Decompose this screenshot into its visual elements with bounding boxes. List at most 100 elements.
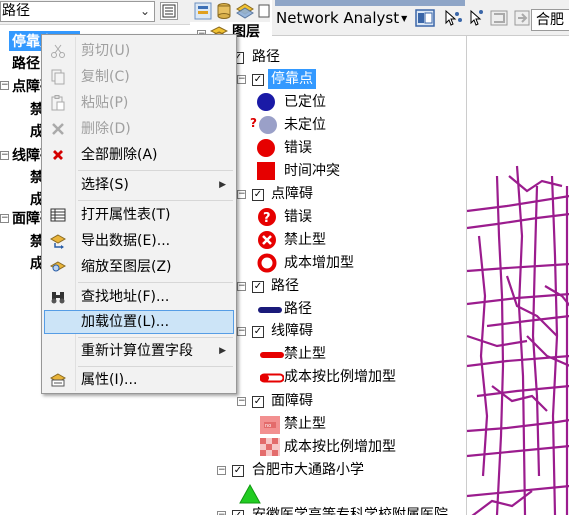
chevron-down-icon[interactable]: ⌄ (140, 2, 150, 21)
collapse-icon[interactable]: − (237, 327, 246, 336)
collapse-icon[interactable]: − (0, 81, 9, 90)
toc-layer-stops[interactable]: 停靠点 (268, 69, 316, 89)
toc-layer-hospital[interactable]: 安徽医学高等专科学校附属医院 (252, 505, 448, 515)
menu-item-label: 导出数据(E)... (81, 233, 171, 249)
toc-group-label[interactable]: 路径 (252, 47, 280, 67)
polygon-restriction-symbol: no (260, 416, 280, 434)
legend-label: 禁止型 (284, 416, 326, 432)
menu-item-cut[interactable]: 剪切(U) (44, 39, 234, 63)
error-stop-symbol (257, 139, 275, 157)
menu-item-label: 剪切(U) (81, 43, 131, 59)
unlocated-stop-symbol: ? (250, 116, 277, 134)
delete-icon (52, 123, 64, 135)
collapse-icon[interactable]: − (217, 466, 226, 475)
route-line-symbol (258, 307, 282, 313)
hospital-visibility-checkbox[interactable]: ✓ (232, 510, 244, 515)
submenu-arrow-icon: ▶ (219, 346, 226, 356)
school-visibility-checkbox[interactable]: ✓ (232, 465, 244, 477)
menu-item-label: 复制(C) (81, 69, 130, 85)
list-by-selection-icon[interactable] (258, 2, 270, 20)
toc-layer-school[interactable]: 合肥市大通路小学 (252, 460, 364, 480)
legend-label: 禁止型 (284, 346, 326, 362)
legend-label: 路径 (284, 301, 312, 317)
submenu-arrow-icon: ▶ (219, 180, 226, 190)
list-by-visibility-icon[interactable] (236, 2, 254, 20)
menu-item-label: 查找地址(F)... (81, 289, 170, 305)
directions-icon[interactable] (512, 8, 532, 28)
stops-visibility-checkbox[interactable]: ✓ (252, 74, 264, 86)
export-icon (50, 234, 66, 249)
located-stop-symbol (257, 93, 275, 111)
collapse-icon[interactable]: − (0, 151, 9, 160)
menu-item-label: 加载位置(L)... (81, 314, 170, 330)
menu-item-recalculate-location-fields[interactable]: 重新计算位置字段 ▶ (44, 339, 234, 363)
menu-separator (78, 282, 233, 283)
menu-item-open-attribute-table[interactable]: 打开属性表(T) (44, 203, 234, 227)
svg-text:no: no (265, 423, 271, 429)
legend-label: 禁止型 (284, 232, 326, 248)
menu-item-paste[interactable]: 粘贴(P) (44, 91, 234, 115)
menu-item-zoom-to-layer[interactable]: 缩放至图层(Z) (44, 255, 234, 279)
zoom-layer-icon (50, 261, 66, 272)
polygon-barriers-visibility-checkbox[interactable]: ✓ (252, 396, 264, 408)
collapse-icon[interactable]: − (237, 397, 246, 406)
toc-layer-point-barriers[interactable]: 点障碍 (271, 184, 313, 204)
menu-item-copy[interactable]: 复制(C) (44, 65, 234, 89)
collapse-icon[interactable]: − (0, 214, 9, 223)
solve-icon[interactable] (489, 8, 509, 28)
binoculars-icon (51, 292, 65, 304)
line-restriction-symbol (260, 352, 284, 358)
network-analyst-dropdown[interactable]: Network Analyst ▼ (276, 9, 407, 27)
menu-item-label: 打开属性表(T) (81, 207, 171, 223)
menu-item-find-address[interactable]: 查找地址(F)... (44, 285, 234, 309)
polygon-scaled-cost-symbol (260, 438, 280, 456)
menu-separator (78, 337, 233, 338)
menu-separator (78, 170, 233, 171)
na-window-icon[interactable] (415, 8, 435, 28)
toc-layer-routes[interactable]: 路径 (271, 276, 299, 296)
table-icon (50, 208, 66, 222)
list-by-source-icon[interactable] (216, 2, 232, 20)
na-layer-combo[interactable]: 路径 ⌄ (0, 1, 155, 22)
city-combo[interactable]: 合肥 (531, 9, 569, 31)
properties-icon (162, 4, 176, 18)
na-properties-button[interactable] (160, 2, 178, 20)
menu-item-label: 删除(D) (81, 121, 131, 137)
road-network (466, 165, 569, 515)
time-violation-symbol (257, 162, 275, 180)
menu-item-properties[interactable]: 属性(I)... (44, 368, 234, 392)
collapse-icon[interactable]: − (237, 75, 246, 84)
menu-item-label: 缩放至图层(Z) (81, 259, 172, 275)
paste-icon (51, 95, 65, 111)
toolbar-title-strip (275, 0, 465, 6)
context-menu: 剪切(U) 复制(C) 粘贴(P) 删除(D) 全部删除(A) 选择(S) ▶ … (41, 34, 237, 394)
routes-visibility-checkbox[interactable]: ✓ (252, 281, 264, 293)
menu-item-label: 属性(I)... (81, 372, 138, 388)
legend-label: 已定位 (284, 94, 326, 110)
school-triangle-symbol (239, 484, 261, 504)
map-view[interactable] (466, 36, 569, 515)
legend-label: 时间冲突 (284, 163, 340, 179)
toc-layer-polygon-barriers[interactable]: 面障碍 (271, 391, 313, 411)
na-layer-combo-value: 路径 (2, 3, 30, 19)
network-analyst-dropdown-label: Network Analyst (276, 9, 400, 27)
na-item-routes[interactable]: 路径 (12, 53, 40, 73)
collapse-icon[interactable]: − (217, 511, 226, 515)
legend-label: 成本按比例增加型 (284, 369, 396, 385)
line-barriers-visibility-checkbox[interactable]: ✓ (252, 326, 264, 338)
menu-item-delete[interactable]: 删除(D) (44, 117, 234, 141)
collapse-icon[interactable]: − (237, 190, 246, 199)
list-by-drawing-order-icon[interactable] (194, 2, 212, 20)
menu-item-selection[interactable]: 选择(S) ▶ (44, 173, 234, 197)
menu-item-delete-all[interactable]: 全部删除(A) (44, 143, 234, 167)
menu-item-load-locations[interactable]: 加载位置(L)... (44, 310, 234, 334)
select-move-location-icon[interactable] (466, 8, 486, 28)
menu-item-export-data[interactable]: 导出数据(E)... (44, 229, 234, 253)
copy-icon (51, 69, 65, 85)
collapse-icon[interactable]: − (237, 282, 246, 291)
create-network-location-icon[interactable] (443, 8, 463, 28)
point-barriers-visibility-checkbox[interactable]: ✓ (252, 189, 264, 201)
toc-layer-line-barriers[interactable]: 线障碍 (271, 321, 313, 341)
menu-item-label: 选择(S) (81, 177, 129, 193)
delete-all-icon (53, 150, 63, 160)
